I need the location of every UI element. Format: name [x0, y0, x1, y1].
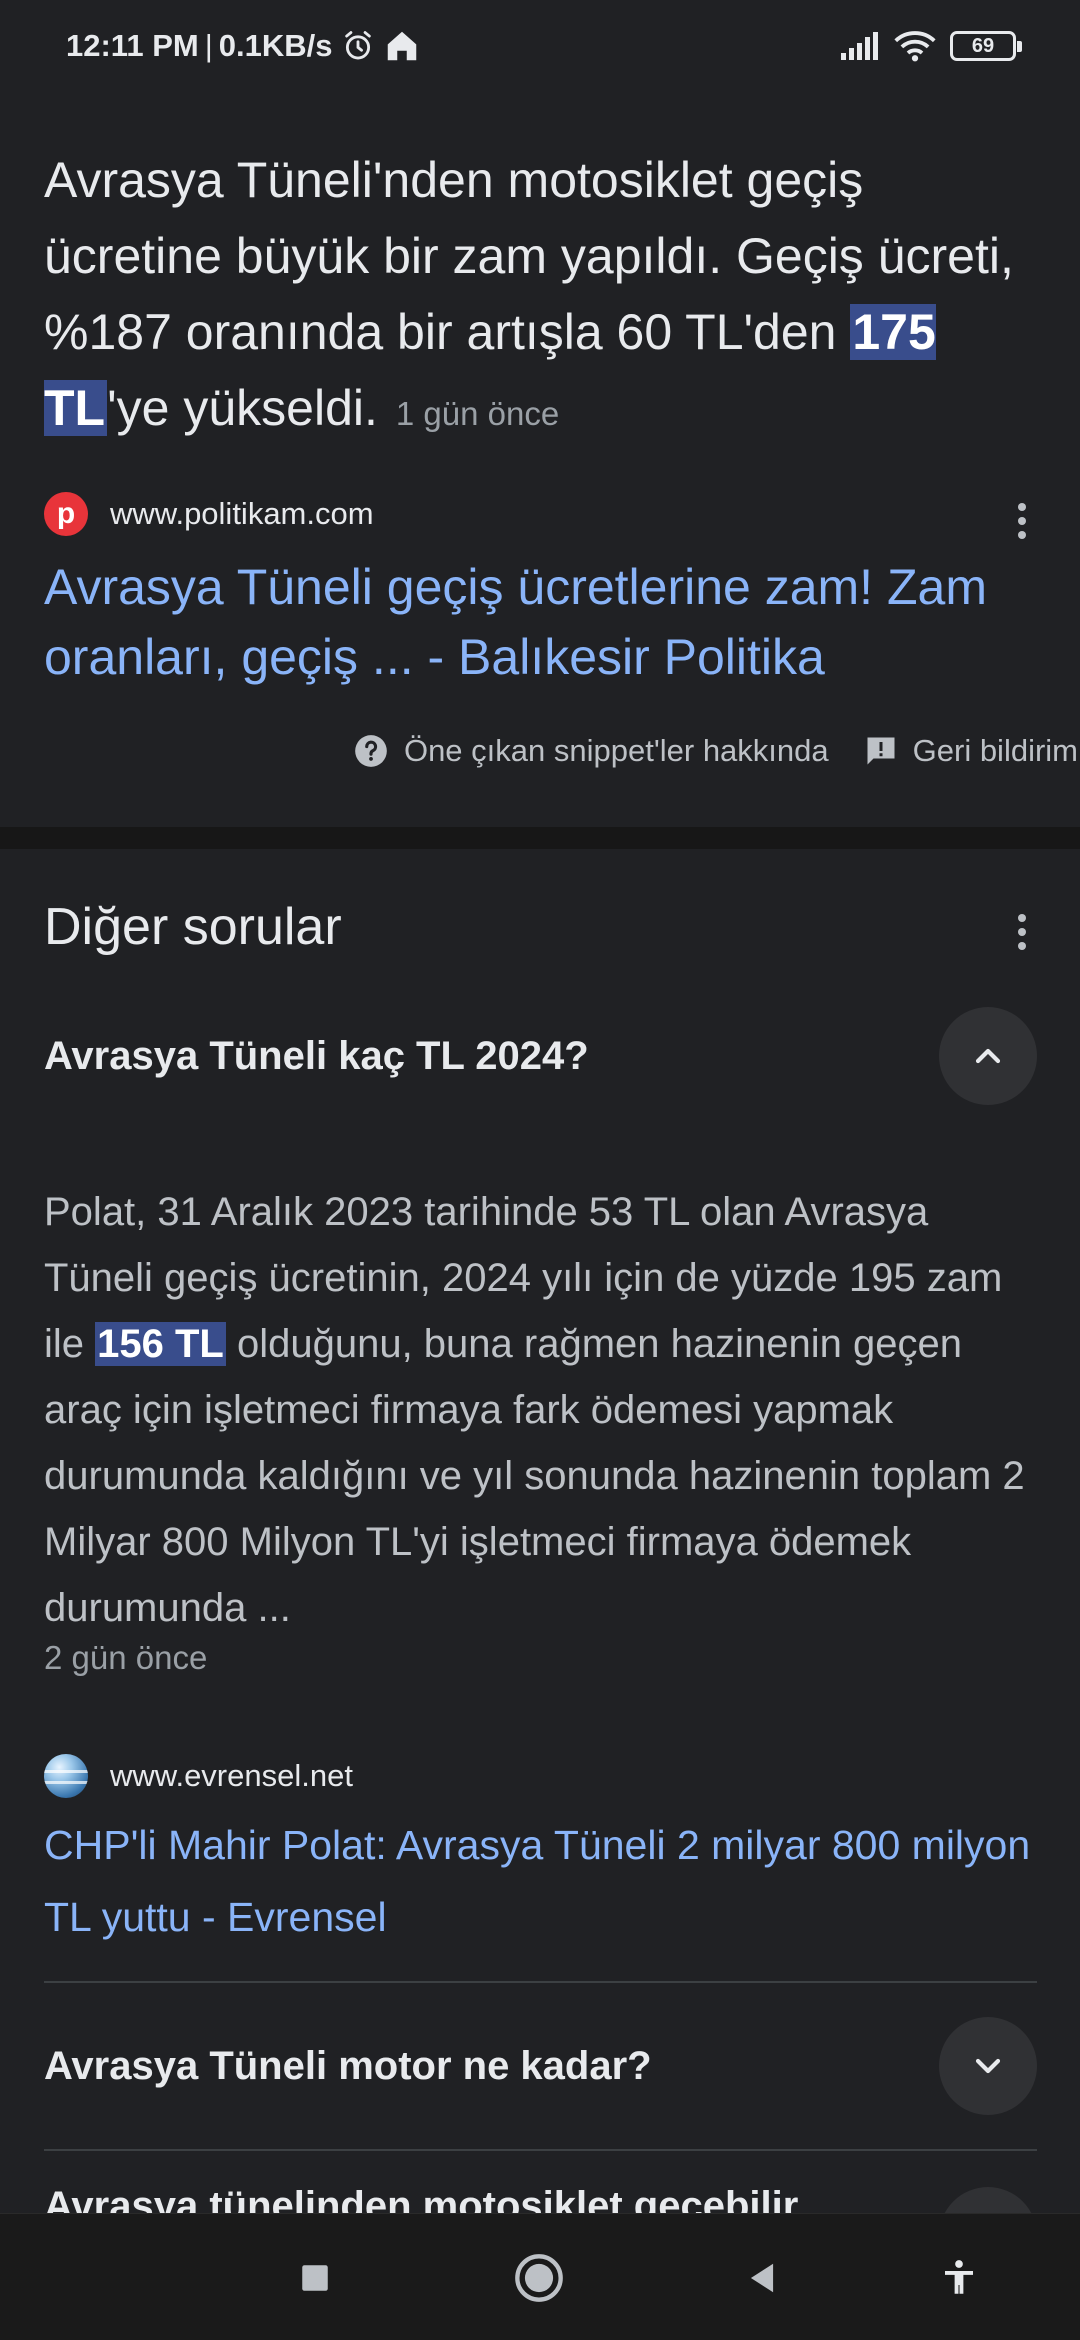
- back-triangle-icon: [750, 2263, 774, 2293]
- snippet-text: Avrasya Tüneli'nden motosiklet geçiş ücr…: [44, 142, 1034, 452]
- status-time: 12:11 PM: [66, 28, 199, 63]
- snippet-footer: Öne çıkan snippet'ler hakkında Geri bild…: [318, 732, 1078, 770]
- answer-highlight: 156 TL: [95, 1322, 226, 1366]
- section-title: Diğer sorular: [44, 898, 342, 956]
- recents-button[interactable]: [287, 2250, 343, 2306]
- accessibility-button[interactable]: [931, 2250, 987, 2306]
- answer-source-url[interactable]: www.evrensel.net: [110, 1758, 353, 1794]
- evrensel-favicon: [44, 1754, 88, 1798]
- question-row-2[interactable]: Avrasya Tüneli motor ne kadar?: [44, 2017, 1037, 2115]
- system-nav-bar: [0, 2213, 1080, 2340]
- about-snippets-label: Öne çıkan snippet'ler hakkında: [403, 733, 829, 768]
- battery-level: 69: [971, 34, 995, 57]
- snippet-source[interactable]: p www.politikam.com: [44, 492, 374, 536]
- alarm-icon: [344, 31, 371, 60]
- status-separator: |: [204, 28, 213, 63]
- accessibility-icon: [945, 2260, 973, 2294]
- answer-result-link[interactable]: CHP'li Mahir Polat: Avrasya Tüneli 2 mil…: [44, 1809, 1044, 1953]
- help-icon: [355, 735, 387, 767]
- status-right: 69: [840, 30, 1022, 62]
- answer-source[interactable]: www.evrensel.net: [44, 1754, 353, 1798]
- section-divider: [0, 827, 1080, 849]
- status-bar: 12:11 PM | 0.1KB/s 69: [0, 0, 1080, 92]
- home-icon: [387, 31, 416, 61]
- feedback-icon: [867, 737, 895, 765]
- answer-time: 2 gün önce: [44, 1639, 208, 1676]
- chevron-up-icon: [975, 1048, 1001, 1064]
- about-snippets-button[interactable]: Öne çıkan snippet'ler hakkında: [352, 732, 829, 770]
- square-icon: [302, 2265, 328, 2291]
- battery-icon: 69: [950, 31, 1022, 61]
- expand-button[interactable]: [939, 2017, 1037, 2115]
- section-more-options-icon[interactable]: [1002, 902, 1042, 962]
- featured-snippet: Avrasya Tüneli'nden motosiklet geçiş ücr…: [0, 92, 1080, 827]
- divider: [44, 2149, 1037, 2151]
- wifi-icon: [894, 31, 936, 62]
- status-left: 12:11 PM | 0.1KB/s: [66, 27, 421, 65]
- question-text: Avrasya Tüneli motor ne kadar?: [44, 2043, 652, 2088]
- politikam-favicon: p: [44, 492, 88, 536]
- snippet-text-after: 'ye yükseldi.: [107, 380, 378, 436]
- circle-icon: [515, 2254, 563, 2302]
- snippet-source-url[interactable]: www.politikam.com: [110, 496, 374, 532]
- question-row-1[interactable]: Avrasya Tüneli kaç TL 2024?: [44, 1007, 1037, 1105]
- back-button[interactable]: [734, 2250, 790, 2306]
- snippet-result-link[interactable]: Avrasya Tüneli geçiş ücretlerine zam! Za…: [44, 552, 1044, 692]
- feedback-label: Geri bildirim: [912, 733, 1078, 768]
- collapse-button[interactable]: [939, 1007, 1037, 1105]
- feedback-button[interactable]: Geri bildirim: [863, 733, 1078, 769]
- snippet-more-options-icon[interactable]: [1002, 491, 1042, 551]
- favicon-letter: p: [56, 497, 76, 530]
- question-text: Avrasya Tüneli kaç TL 2024?: [44, 1033, 589, 1078]
- divider: [44, 1981, 1037, 1983]
- answer-text: Polat, 31 Aralık 2023 tarihinde 53 TL ol…: [44, 1179, 1044, 1641]
- home-button[interactable]: [511, 2250, 567, 2306]
- snippet-time: 1 gün önce: [395, 395, 560, 432]
- signal-icon: [841, 32, 878, 60]
- other-questions-section: Diğer sorular Avrasya Tüneli kaç TL 2024…: [0, 849, 1080, 2285]
- chevron-down-icon: [975, 2058, 1001, 2074]
- answer-text-after: olduğunu, buna rağmen hazinenin geçen ar…: [44, 1322, 1025, 1630]
- status-net-speed: 0.1KB/s: [218, 28, 333, 63]
